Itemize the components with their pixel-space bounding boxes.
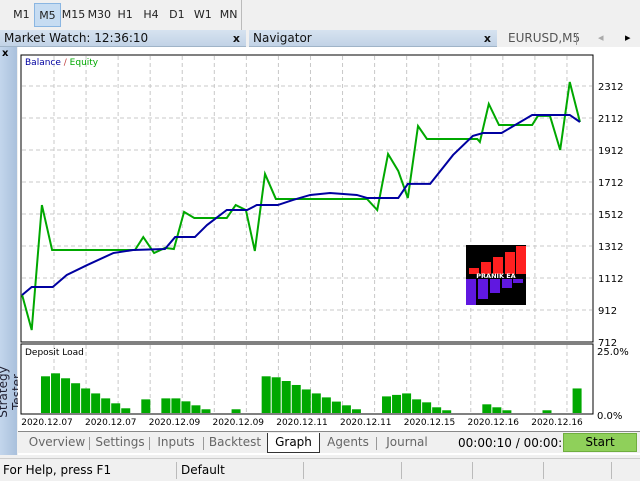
deposit-load-bar — [392, 394, 402, 413]
x-tick-label: 2020.12.11 — [276, 418, 328, 428]
y-tick-label: 1312 — [598, 242, 623, 253]
deposit-load-bar — [502, 410, 512, 413]
deposit-load-bar — [291, 384, 301, 413]
deposit-load-bar — [382, 396, 392, 413]
grid — [22, 56, 592, 413]
deposit-load-bar — [281, 381, 291, 413]
legend-equity: Equity — [70, 58, 99, 68]
y-tick-label: 1112 — [598, 274, 623, 285]
x-tick-label: 2020.12.11 — [340, 418, 392, 428]
deposit-load-bar — [111, 403, 121, 413]
y-tick-label: 2112 — [598, 114, 623, 125]
y-tick-label: 1712 — [598, 178, 623, 189]
legend-balance: Balance — [25, 58, 61, 68]
deposit-load-bar — [402, 393, 412, 413]
deposit-load-bar — [121, 408, 131, 413]
x-tick-label: 2020.12.07 — [85, 418, 137, 428]
balance-equity-chart: Balance / Equity Deposit Load 2312 2112 19… — [20, 54, 629, 428]
deposit-load-bar — [412, 399, 422, 413]
deposit-load-bar — [161, 398, 171, 413]
status-profile: Default — [181, 463, 225, 477]
deposit-load-bar — [51, 373, 61, 413]
deposit-load-bar — [61, 378, 71, 413]
deposit-load-bar — [422, 402, 432, 413]
deposit-load-bar — [91, 393, 101, 413]
x-tick-label: 2020.12.16 — [531, 418, 583, 428]
tab-journal[interactable]: Journal — [379, 433, 435, 453]
tab-overview[interactable]: Overview — [24, 433, 90, 453]
deposit-load-bar — [71, 383, 81, 413]
deposit-load-bar — [341, 405, 351, 413]
deposit-y-tick-label: 0.0% — [597, 411, 622, 422]
y-tick-label: 1912 — [598, 146, 623, 157]
y-tick-label: 912 — [598, 306, 617, 317]
deposit-load-bar — [261, 376, 271, 413]
x-tick-label: 2020.12.07 — [21, 418, 73, 428]
x-tick-label: 2020.12.16 — [467, 418, 519, 428]
tab-settings[interactable]: Settings — [92, 433, 148, 453]
tab-inputs[interactable]: Inputs — [151, 433, 201, 453]
deposit-load-bar — [542, 410, 552, 413]
deposit-load-bar — [41, 376, 50, 413]
deposit-load-bar — [81, 388, 91, 413]
deposit-load-bar — [331, 401, 341, 413]
x-tick-label: 2020.12.09 — [149, 418, 201, 428]
status-bar: For Help, press F1 Default — [0, 458, 640, 480]
start-button[interactable]: Start — [563, 433, 637, 452]
deposit-load-bar — [432, 407, 442, 413]
deposit-load-bar — [492, 407, 502, 413]
status-help: For Help, press F1 — [3, 463, 112, 477]
logo-text: PRANIK EA — [476, 272, 515, 280]
pranik-ea-logo: PRANIK EA — [466, 245, 526, 305]
deposit-load-bar — [321, 397, 331, 413]
deposit-load-bar — [141, 399, 151, 413]
x-tick-label: 2020.12.09 — [212, 418, 264, 428]
tab-backtest[interactable]: Backtest — [205, 433, 265, 453]
deposit-load-bar — [271, 377, 281, 413]
deposit-load-title: Deposit Load — [25, 348, 84, 358]
y-tick-label: 2312 — [598, 82, 623, 93]
deposit-load-bar — [482, 404, 492, 413]
deposit-load-bar — [101, 398, 111, 413]
tab-graph[interactable]: Graph — [267, 433, 320, 453]
tab-agents[interactable]: Agents — [322, 433, 374, 453]
deposit-load-bar — [572, 388, 582, 413]
y-tick-label: 1512 — [598, 210, 623, 221]
deposit-load-bar — [201, 409, 211, 413]
deposit-load-bar — [231, 409, 241, 413]
deposit-y-tick-label: 25.0% — [597, 347, 629, 358]
chart-legend: Balance / Equity — [25, 58, 99, 68]
deposit-load-bar — [191, 405, 201, 413]
deposit-load-bar — [311, 393, 321, 413]
deposit-load-bar — [301, 389, 311, 413]
deposit-load-bar — [442, 410, 452, 413]
elapsed-timer: 00:00:10 / 00:00:10 — [458, 436, 578, 450]
deposit-load-bar — [181, 401, 191, 413]
legend-separator: / — [61, 58, 70, 68]
deposit-load-bar — [351, 409, 361, 413]
x-tick-label: 2020.12.15 — [404, 418, 456, 428]
deposit-load-bar — [171, 398, 181, 413]
